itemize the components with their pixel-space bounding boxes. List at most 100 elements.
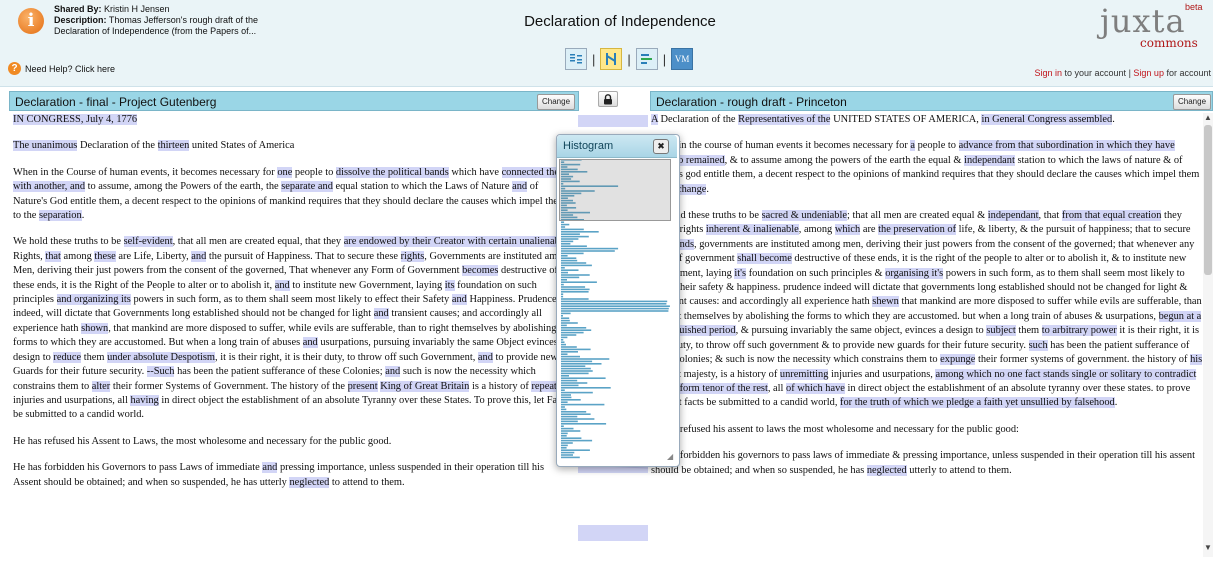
diff-highlight[interactable]: separation [38,210,82,222]
diff-highlight[interactable]: becomes [462,265,499,277]
diff-highlight[interactable]: having [130,394,159,406]
diff-highlight[interactable]: The unanimous [13,140,78,152]
sign-in-link[interactable]: Sign in [1034,68,1062,78]
diff-highlight[interactable]: expunge [940,354,976,366]
diff-highlight[interactable]: and [512,181,528,193]
diff-highlight[interactable]: Representatives of the [738,114,831,125]
histogram-bar [561,346,577,348]
diff-highlight[interactable]: sacred & undeniable [761,210,847,222]
scroll-down-icon[interactable]: ▼ [1204,543,1212,552]
histogram-bar [561,451,575,454]
diff-highlight[interactable]: shewn [872,296,899,308]
diff-highlight[interactable]: self-evident [123,236,173,248]
diff-highlight[interactable]: and [191,250,207,262]
diff-highlight[interactable]: that [45,250,61,262]
text-run: to institute new Government, laying [289,279,445,291]
close-icon[interactable]: ✖ [653,139,669,154]
histogram-viewport-indicator[interactable] [559,159,671,221]
text-run: , among [798,224,835,236]
scroll-lock-button[interactable] [598,91,618,107]
diff-highlight[interactable]: are endowed by their Creator with certai… [343,236,568,248]
sign-up-link[interactable]: Sign up [1133,68,1164,78]
diff-highlight[interactable]: and [302,337,318,349]
help-link[interactable]: ? Need Help? Click here [8,62,115,75]
side-by-side-view-button[interactable] [565,48,587,70]
diff-highlight[interactable]: it's [734,267,747,279]
diff-highlight[interactable]: its [444,279,455,291]
scroll-up-icon[interactable]: ▲ [1204,113,1212,122]
diff-highlight[interactable]: and [373,308,389,320]
diff-highlight[interactable]: shown [81,322,109,334]
histogram-header[interactable]: Histogram ✖ [557,135,677,158]
text-run: injuries and usurpations, [828,368,936,380]
diff-highlight[interactable]: separate and [281,181,333,193]
collation-view-button[interactable] [600,48,623,70]
right-change-button[interactable]: Change [1173,94,1212,110]
diff-highlight[interactable]: advance from that subordination in which… [958,140,1175,152]
diff-highlight[interactable]: these [94,250,116,262]
diff-highlight[interactable]: and [451,294,467,306]
histogram-bar [561,444,568,447]
histogram-bar [561,411,587,413]
diff-highlight[interactable]: such [1028,339,1048,351]
diff-highlight[interactable]: and [274,279,290,291]
diff-highlight[interactable]: in General Congress assembled [981,114,1113,125]
diff-highlight[interactable]: present [347,380,378,392]
diff-highlight[interactable]: and [477,351,493,363]
left-change-button[interactable]: Change [537,94,576,110]
diff-highlight[interactable]: subject [986,325,1016,337]
diff-highlight[interactable]: and [262,462,278,474]
heatmap-view-button[interactable] [635,48,658,70]
diff-highlight[interactable]: the preservation of [878,224,957,236]
histogram-popup[interactable]: Histogram ✖ ◢ [556,134,680,467]
diff-highlight[interactable]: shall become [737,253,792,265]
histogram-bar [561,324,567,327]
diff-highlight[interactable]: neglected [866,464,907,476]
text-run: to attend to them. [329,476,405,488]
diff-highlight[interactable]: change [676,183,707,195]
diff-highlight[interactable]: for the truth of which we pledge a faith… [840,397,1115,409]
resize-grip-icon[interactable]: ◢ [667,452,673,461]
diff-highlight[interactable]: independant [964,154,1015,166]
histogram-bar [561,427,574,430]
diff-highlight[interactable]: independant [987,210,1039,222]
diff-highlight[interactable]: King of Great Britain [380,380,470,392]
right-witness-text[interactable]: A Declaration of the Representatives of … [651,113,1203,557]
diff-highlight[interactable]: inherent & inalienable [705,224,799,236]
histogram-bar [561,406,565,408]
diff-highlight[interactable]: one [277,166,293,178]
versioning-machine-button[interactable]: VM [671,48,694,70]
histogram-bar [561,327,587,329]
histogram-bar [561,288,590,291]
diff-highlight[interactable]: --Such [146,366,175,378]
diff-highlight[interactable]: unremitting [779,368,829,380]
diff-highlight[interactable]: IN CONGRESS, July 4, 1776 [13,114,138,125]
diff-highlight[interactable]: reduce [53,351,82,363]
diff-highlight[interactable]: to arbitrary power [1041,325,1117,337]
scrollbar-thumb[interactable] [1204,125,1212,275]
diff-highlight[interactable]: thirteen [157,140,190,152]
diff-highlight[interactable]: rights [400,250,425,262]
right-scrollbar[interactable]: ▲ ▼ [1203,113,1213,557]
diff-highlight[interactable]: his [1190,354,1203,366]
diff-highlight[interactable]: dissolve the political bands [335,166,449,178]
diff-highlight[interactable]: alter [91,380,111,392]
diff-highlight[interactable]: from that equal creation [1061,210,1162,222]
diff-highlight[interactable]: organising it's [885,267,944,279]
right-witness-title: Declaration - rough draft - Princeton [656,95,847,109]
diff-highlight[interactable]: of which have [786,382,845,394]
diff-highlight[interactable]: A [651,114,658,125]
text-run: they [1161,210,1182,222]
diff-highlight[interactable]: and organizing its [56,294,131,306]
left-witness-text[interactable]: IN CONGRESS, July 4, 1776 The unanimous D… [13,113,573,557]
histogram-bar [561,336,568,339]
text-run: utterly to attend to them. [906,464,1012,476]
alignment-band [578,115,648,127]
histogram-bar [561,269,579,271]
info-icon[interactable]: i [18,8,44,34]
diff-highlight[interactable]: neglected [289,476,330,488]
diff-highlight[interactable]: which [834,224,861,236]
diff-highlight[interactable]: under absolute Despotism [107,351,216,363]
histogram-bar [561,387,611,389]
diff-highlight[interactable]: and [385,366,401,378]
